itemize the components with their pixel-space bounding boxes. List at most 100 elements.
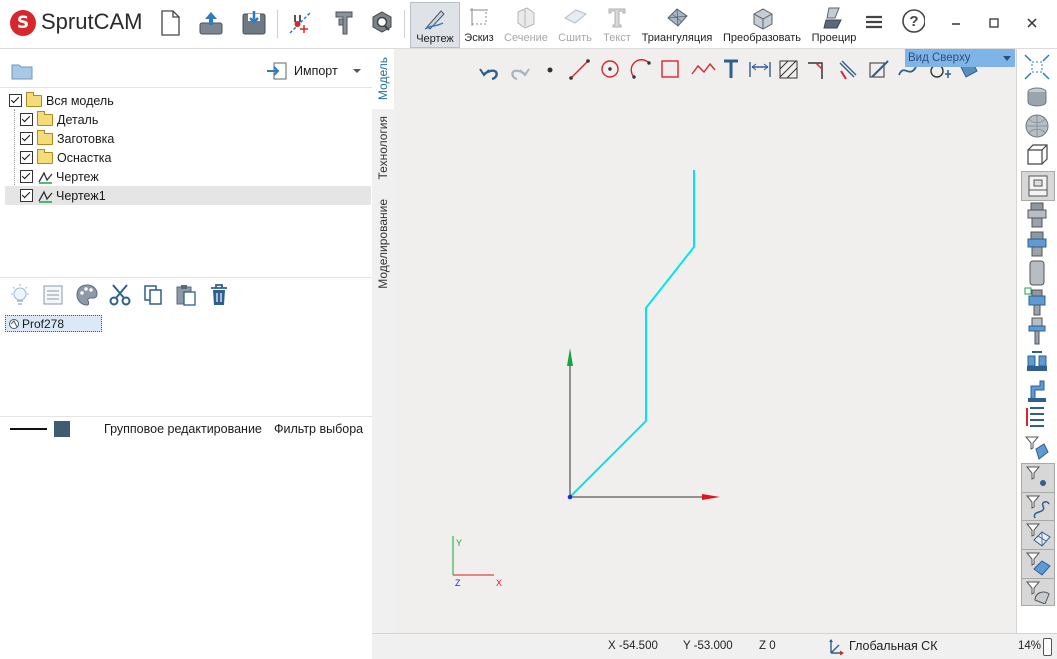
cut-button[interactable] xyxy=(108,283,132,310)
filter-solids-button[interactable] xyxy=(1021,549,1055,579)
mode-text-button[interactable]: Текст xyxy=(600,2,634,46)
close-button[interactable] xyxy=(1020,12,1044,34)
filter-surfaces-button[interactable] xyxy=(1021,520,1055,550)
operations-list-button[interactable] xyxy=(1021,404,1053,432)
undo-icon[interactable] xyxy=(479,68,498,81)
tool-holder-2-button[interactable] xyxy=(1021,230,1053,258)
tree-item-workpiece[interactable]: Заготовка xyxy=(20,129,114,148)
checkbox[interactable] xyxy=(9,94,22,107)
mode-triangulation-button[interactable]: Триангуляция xyxy=(640,2,714,46)
checkbox[interactable] xyxy=(20,132,33,145)
snap-button[interactable] xyxy=(284,6,316,40)
arc-tool-icon[interactable] xyxy=(630,59,651,79)
filter-meshes-button[interactable] xyxy=(1021,578,1055,606)
wireframe-view-button[interactable] xyxy=(1021,141,1053,169)
redo-icon[interactable] xyxy=(511,68,530,81)
mode-section-button[interactable]: Сечение xyxy=(502,2,550,46)
checkbox[interactable] xyxy=(20,151,33,164)
maximize-button[interactable] xyxy=(982,12,1006,34)
stitch-icon xyxy=(564,9,587,24)
viewport-canvas[interactable]: Y Z X xyxy=(394,49,1016,633)
import-button[interactable]: Импорт xyxy=(266,61,362,81)
dimension-tool-icon[interactable] xyxy=(749,62,771,77)
coordinate-system-selector[interactable]: Глобальная СК xyxy=(827,637,938,655)
mode-transform-button[interactable]: Преобразовать xyxy=(720,2,804,46)
view-selector-dropdown[interactable]: Вид Сверху xyxy=(905,49,1015,67)
trash-icon xyxy=(211,284,227,305)
open-file-button[interactable] xyxy=(195,6,227,40)
circle-tool-icon[interactable] xyxy=(601,60,619,78)
tree-item-drawing1[interactable]: Чертеж1 xyxy=(20,186,106,205)
filter-curves-button[interactable] xyxy=(1021,492,1055,522)
mesh-sphere-icon xyxy=(1025,114,1049,138)
new-file-button[interactable] xyxy=(154,6,186,40)
divider xyxy=(0,87,372,88)
offset-pen-tool-icon[interactable] xyxy=(839,60,857,80)
line-style-swatch[interactable] xyxy=(10,428,47,430)
line-tool-icon[interactable] xyxy=(569,59,590,80)
tree-item-drawing[interactable]: Чертеж xyxy=(20,167,99,186)
tool-body-button[interactable] xyxy=(1021,259,1053,287)
mode-project-button[interactable]: Проецир xyxy=(808,2,860,46)
tab-modeling[interactable]: Моделирование xyxy=(372,189,394,299)
checkbox[interactable] xyxy=(20,170,33,183)
filter-all-button[interactable] xyxy=(1021,434,1053,462)
delete-button[interactable] xyxy=(208,283,230,310)
tool-holder-1-button[interactable] xyxy=(1021,201,1053,229)
visibility-button[interactable] xyxy=(8,283,32,310)
zoom-slider[interactable] xyxy=(1043,638,1052,656)
mode-drawing-button[interactable]: Чертеж xyxy=(410,2,460,48)
checkbox[interactable] xyxy=(20,189,33,202)
object-list-item-prof278[interactable]: Prof278 xyxy=(5,315,102,332)
selection-filter-button[interactable]: Фильтр выбора xyxy=(274,422,363,436)
folder-button[interactable] xyxy=(11,61,33,84)
edit-curve-tool-icon[interactable] xyxy=(869,60,889,78)
properties-button[interactable] xyxy=(42,284,64,309)
copy-button[interactable] xyxy=(142,284,164,309)
color-button[interactable] xyxy=(75,283,99,310)
fit-view-button[interactable] xyxy=(1021,53,1053,81)
tree-item-detail[interactable]: Деталь xyxy=(20,110,98,129)
save-file-button[interactable] xyxy=(238,6,270,40)
hatch-tool-icon[interactable] xyxy=(779,60,798,79)
sketch-drawing-icon xyxy=(38,171,53,184)
menu-button[interactable] xyxy=(862,11,886,33)
tree-item-all-model[interactable]: Вся модель xyxy=(9,91,114,110)
minimize-button[interactable] xyxy=(944,12,968,34)
rectangle-tool-icon[interactable] xyxy=(661,60,679,78)
measure-button[interactable] xyxy=(328,6,360,40)
spline-tool-icon[interactable] xyxy=(898,66,917,76)
vise-button[interactable] xyxy=(1021,347,1053,375)
color-swatch[interactable] xyxy=(54,421,70,437)
trim-corner-tool-icon[interactable] xyxy=(808,62,823,79)
spindle-icon xyxy=(1028,317,1046,345)
tree-item-fixture[interactable]: Оснастка xyxy=(20,148,112,167)
spindle-button[interactable] xyxy=(1021,317,1053,345)
light-bulb-icon xyxy=(11,284,29,305)
3d-viewport[interactable]: Y Z X xyxy=(394,49,1016,633)
inspect-button[interactable] xyxy=(366,6,398,40)
help-button[interactable]: ? xyxy=(901,9,925,33)
clamp-button[interactable] xyxy=(1021,376,1053,404)
polyline-tool-icon[interactable] xyxy=(691,62,716,75)
mesh-view-button[interactable] xyxy=(1021,112,1053,140)
point-tool-icon[interactable] xyxy=(547,67,553,73)
machine-view-button[interactable] xyxy=(1021,171,1055,201)
filter-points-button[interactable] xyxy=(1021,463,1055,493)
tool-assembly-button[interactable] xyxy=(1021,287,1053,316)
operations-list-icon xyxy=(1026,407,1044,427)
mode-text-label: Текст xyxy=(603,32,631,44)
shaded-view-button[interactable] xyxy=(1021,83,1053,111)
clamp-icon xyxy=(1028,380,1046,402)
mode-stitch-button[interactable]: Сшить xyxy=(556,2,594,46)
mode-sketch-button[interactable]: Эскиз xyxy=(460,2,498,46)
tab-technology[interactable]: Технология xyxy=(372,109,394,187)
text-tool-icon[interactable] xyxy=(724,59,738,78)
profile-curve[interactable] xyxy=(569,170,695,498)
properties-list-icon xyxy=(43,285,63,305)
paste-button[interactable] xyxy=(175,283,197,310)
tab-model[interactable]: Модель xyxy=(372,49,394,109)
group-edit-button[interactable]: Групповое редактирование xyxy=(104,422,262,436)
main-toolbar: S SprutCAM Чертеж Эскиз Сечение Сшить Те… xyxy=(0,0,1057,49)
checkbox[interactable] xyxy=(20,113,33,126)
